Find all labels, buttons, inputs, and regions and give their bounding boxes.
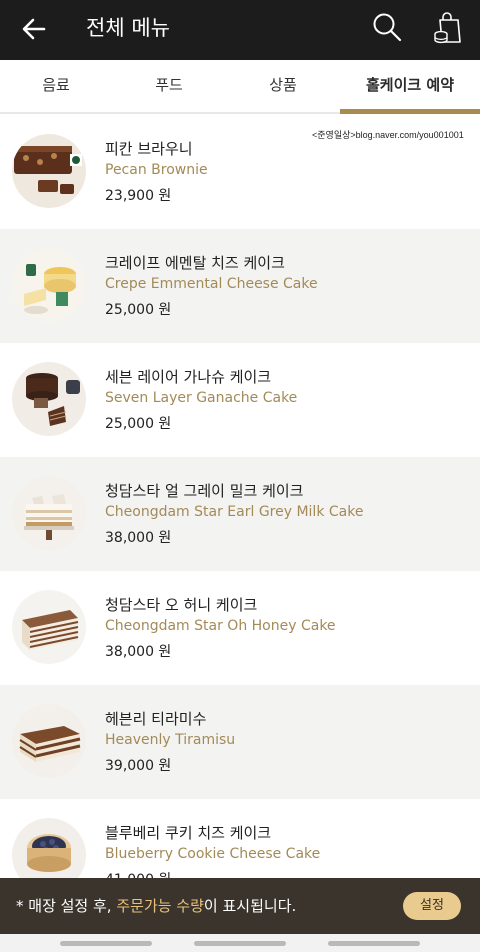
- tab-whole-cake-reservation[interactable]: 홀케이크 예약: [340, 60, 480, 112]
- product-price: 39,000 원: [105, 758, 172, 774]
- product-name-korean: 세븐 레이어 가나슈 케이크: [105, 368, 272, 386]
- list-item[interactable]: 피칸 브라우니 Pecan Brownie 23,900 원 <준영일상>blo…: [0, 115, 480, 229]
- product-price: 38,000 원: [105, 530, 172, 546]
- source-watermark: <준영일상>blog.naver.com/you001001: [312, 130, 464, 140]
- product-price: 38,000 원: [105, 644, 172, 660]
- page-title: 전체 메뉴: [86, 16, 170, 40]
- nav-recents-handle[interactable]: [60, 941, 152, 946]
- product-list: 피칸 브라우니 Pecan Brownie 23,900 원 <준영일상>blo…: [0, 115, 480, 913]
- list-item[interactable]: 세븐 레이어 가나슈 케이크 Seven Layer Ganache Cake …: [0, 343, 480, 457]
- product-price: 25,000 원: [105, 302, 172, 318]
- tab-goods[interactable]: 상품: [227, 60, 339, 112]
- back-arrow-icon[interactable]: [18, 13, 50, 45]
- nav-home-handle[interactable]: [194, 941, 286, 946]
- product-name-english: Pecan Brownie: [105, 162, 208, 178]
- list-item[interactable]: 청담스타 오 허니 케이크 Cheongdam Star Oh Honey Ca…: [0, 571, 480, 685]
- notice-prefix: * 매장 설정 후,: [16, 897, 117, 915]
- product-name-english: Blueberry Cookie Cheese Cake: [105, 846, 321, 862]
- settings-button[interactable]: 설정: [403, 892, 461, 920]
- product-image-seven-layer-ganache-cake: [12, 362, 86, 436]
- product-image-earl-grey-milk-cake: [12, 476, 86, 550]
- category-tabs: 음료 푸드 상품 홀케이크 예약: [0, 60, 480, 114]
- product-price: 25,000 원: [105, 416, 172, 432]
- notice-highlight: 주문가능 수량: [116, 897, 204, 915]
- product-name-korean: 청담스타 얼 그레이 밀크 케이크: [105, 482, 304, 500]
- notice-suffix: 이 표시됩니다.: [203, 897, 297, 915]
- product-name-korean: 크레이프 에멘탈 치즈 케이크: [105, 254, 285, 272]
- top-app-bar: 전체 메뉴: [0, 0, 480, 60]
- nav-back-handle[interactable]: [328, 941, 420, 946]
- list-item[interactable]: 청담스타 얼 그레이 밀크 케이크 Cheongdam Star Earl Gr…: [0, 457, 480, 571]
- product-image-oh-honey-cake: [12, 590, 86, 664]
- search-icon[interactable]: [371, 11, 403, 43]
- product-image-pecan-brownie: [12, 134, 86, 208]
- notice-text: * 매장 설정 후, 주문가능 수량이 표시됩니다.: [16, 895, 296, 916]
- product-name-korean: 블루베리 쿠키 치즈 케이크: [105, 824, 272, 842]
- product-name-korean: 청담스타 오 허니 케이크: [105, 596, 258, 614]
- product-name-korean: 헤븐리 티라미수: [105, 710, 207, 728]
- product-name-english: Seven Layer Ganache Cake: [105, 390, 298, 406]
- tab-food[interactable]: 푸드: [113, 60, 225, 112]
- system-navigation-bar: [0, 934, 480, 952]
- product-name-english: Cheongdam Star Oh Honey Cake: [105, 618, 336, 634]
- shopping-bag-icon[interactable]: [430, 11, 464, 45]
- product-name-english: Heavenly Tiramisu: [105, 732, 236, 748]
- tab-drinks[interactable]: 음료: [0, 60, 112, 112]
- product-price: 23,900 원: [105, 188, 172, 204]
- active-tab-indicator: [340, 109, 480, 114]
- store-setting-notice: * 매장 설정 후, 주문가능 수량이 표시됩니다. 설정: [0, 878, 480, 934]
- product-image-crepe-emmental-cheese-cake: [12, 248, 86, 322]
- list-item[interactable]: 헤븐리 티라미수 Heavenly Tiramisu 39,000 원: [0, 685, 480, 799]
- list-item[interactable]: 크레이프 에멘탈 치즈 케이크 Crepe Emmental Cheese Ca…: [0, 229, 480, 343]
- product-image-heavenly-tiramisu: [12, 704, 86, 778]
- product-name-english: Cheongdam Star Earl Grey Milk Cake: [105, 504, 364, 520]
- product-name-korean: 피칸 브라우니: [105, 140, 193, 158]
- product-name-english: Crepe Emmental Cheese Cake: [105, 276, 318, 292]
